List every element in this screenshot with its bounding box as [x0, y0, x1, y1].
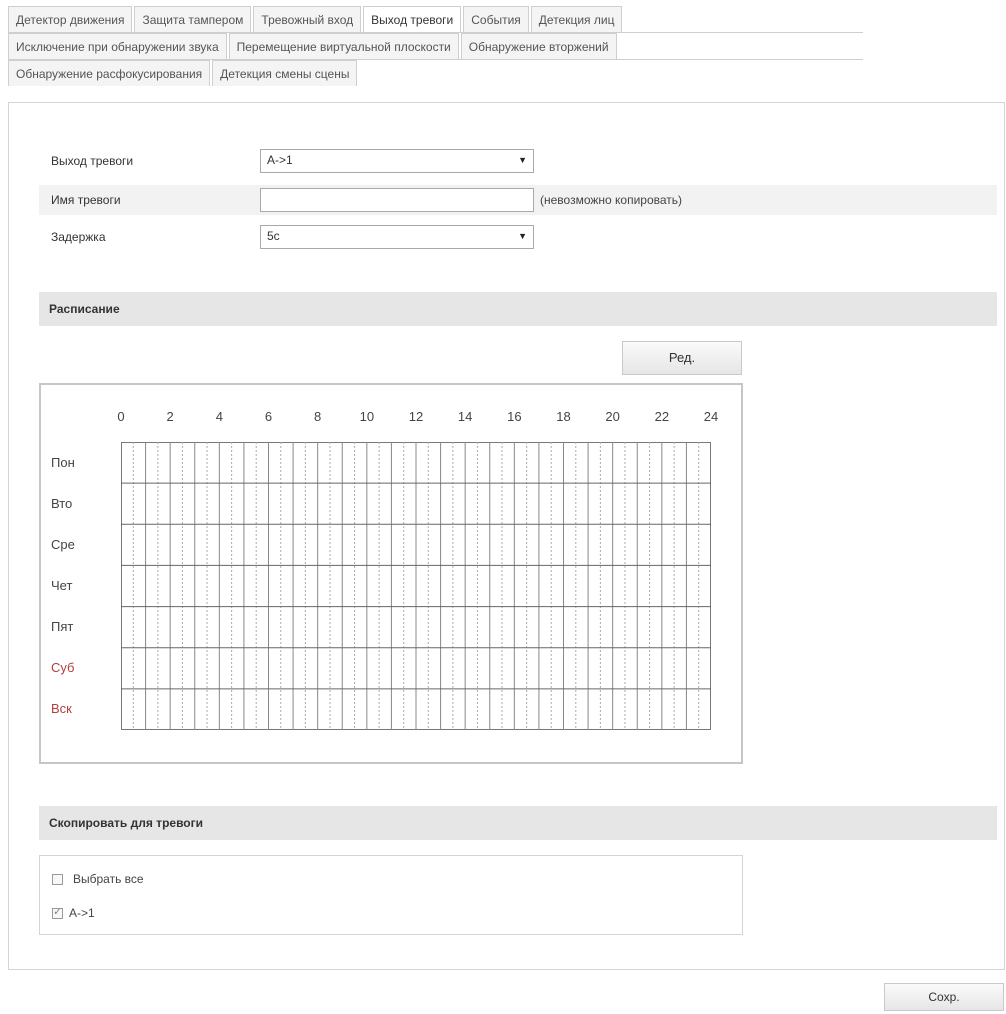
tab-alarm-output[interactable]: Выход тревоги: [363, 6, 462, 32]
hour-label: 22: [654, 409, 670, 424]
hour-label: 24: [703, 409, 719, 424]
select-all-checkbox[interactable]: [52, 873, 63, 885]
hour-label: 4: [215, 409, 223, 424]
alarm-output-select[interactable]: A->1 ▼: [260, 149, 534, 173]
hour-label: 20: [605, 409, 620, 424]
delay-label: Задержка: [51, 230, 106, 244]
day-label: Суб: [51, 660, 75, 676]
tab-scene-change[interactable]: Детекция смены сцены: [212, 60, 358, 86]
day-label: Вто: [51, 495, 73, 511]
select-all-label: Выбрать все: [73, 872, 144, 886]
copy-target-row[interactable]: A->1: [52, 904, 95, 922]
schedule-grid-container: 0 2 4 6 8 10 12 14 16 18 20 22 24 Пон Вто Сре Чет Пят Суб…: [39, 383, 743, 764]
hour-label: 12: [408, 409, 424, 424]
hour-label: 10: [359, 409, 375, 424]
hour-label: 8: [314, 409, 322, 424]
alarm-name-label: Имя тревоги: [51, 193, 121, 207]
tab-row-3: Обнаружение расфокусирования Детекция см…: [8, 60, 359, 86]
delay-value: 5с: [267, 229, 280, 243]
hour-label: 14: [457, 409, 473, 424]
copy-section-header: Скопировать для тревоги: [39, 806, 997, 840]
day-label: Чет: [51, 578, 73, 593]
alarm-output-label: Выход тревоги: [51, 154, 134, 168]
copy-title: Скопировать для тревоги: [49, 816, 203, 830]
settings-panel: Выход тревоги A->1 ▼ Имя тревоги (невозм…: [8, 102, 1005, 970]
alarm-name-row: Имя тревоги (невозможно копировать): [39, 185, 997, 215]
dropdown-arrow-icon: ▼: [518, 155, 527, 165]
tab-row-2: Исключение при обнаружении звука Перемещ…: [8, 33, 619, 59]
save-button[interactable]: Сохр.: [884, 983, 1004, 1011]
tab-audio-exception[interactable]: Исключение при обнаружении звука: [8, 33, 227, 59]
tab-events[interactable]: События: [463, 6, 529, 32]
edit-schedule-button[interactable]: Ред.: [622, 341, 742, 375]
select-all-row[interactable]: Выбрать все: [52, 870, 144, 888]
tab-defocus-detection[interactable]: Обнаружение расфокусирования: [8, 60, 211, 86]
schedule-grid[interactable]: [121, 442, 711, 730]
schedule-section-header: Расписание: [39, 292, 997, 326]
day-label: Пят: [51, 619, 74, 635]
tab-tamper-protection[interactable]: Защита тампером: [134, 6, 252, 32]
alarm-name-note: (невозможно копировать): [540, 193, 683, 207]
tab-row-1: Детектор движения Защита тампером Тревож…: [8, 6, 624, 32]
dropdown-arrow-icon: ▼: [518, 231, 527, 241]
hour-label: 18: [556, 409, 571, 424]
day-label: Вск: [51, 701, 72, 717]
schedule-title: Расписание: [49, 302, 120, 316]
hour-label: 0: [117, 409, 125, 424]
day-label: Сре: [51, 536, 75, 552]
alarm-output-value: A->1: [267, 153, 293, 167]
copy-target-checkbox[interactable]: [52, 905, 63, 919]
hour-label: 16: [507, 409, 522, 424]
copy-target-label: A->1: [69, 906, 95, 920]
delay-select[interactable]: 5с ▼: [260, 225, 534, 249]
delay-row: Задержка 5с ▼: [39, 222, 997, 252]
tab-intrusion-detection[interactable]: Обнаружение вторжений: [460, 33, 617, 59]
alarm-name-input[interactable]: [260, 188, 534, 212]
copy-targets-box: Выбрать все A->1: [39, 855, 743, 935]
alarm-output-row: Выход тревоги A->1 ▼: [39, 146, 997, 176]
tab-motion-detection[interactable]: Детектор движения: [8, 6, 133, 32]
tab-alarm-input[interactable]: Тревожный вход: [253, 6, 362, 32]
hour-label: 2: [166, 409, 174, 424]
day-label: Пон: [51, 454, 75, 470]
hour-label: 6: [264, 409, 273, 424]
tab-line-crossing[interactable]: Перемещение виртуальной плоскости: [228, 33, 459, 59]
tab-face-detection[interactable]: Детекция лиц: [530, 6, 623, 32]
